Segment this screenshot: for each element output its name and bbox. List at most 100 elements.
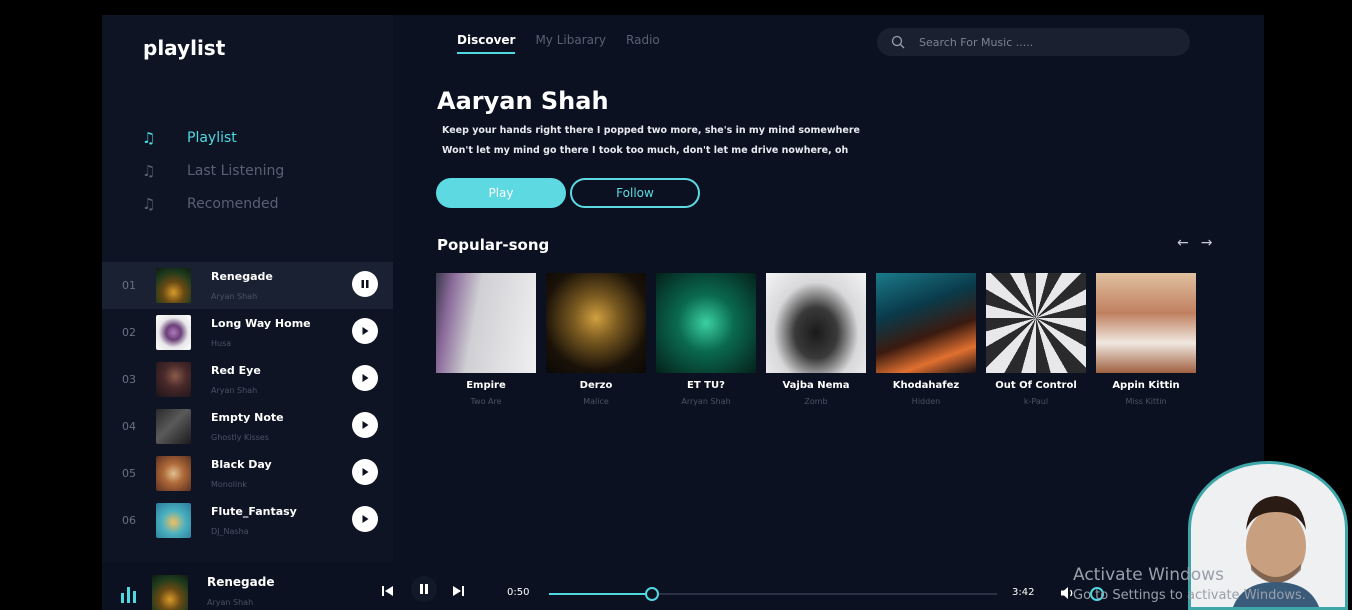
song-cover <box>1096 273 1196 373</box>
play-icon <box>362 468 369 476</box>
nav-item-recomended[interactable]: ♫ Recomended <box>142 187 284 220</box>
play-button[interactable]: Play <box>436 178 566 208</box>
song-artist: Zomb <box>804 397 828 406</box>
tab-discover[interactable]: Discover <box>457 33 516 54</box>
nav-item-last-listening[interactable]: ♫ Last Listening <box>142 154 284 187</box>
search-bar <box>877 28 1190 56</box>
song-cover <box>546 273 646 373</box>
song-artist: Two Are <box>470 397 502 406</box>
song-title: ET TU? <box>687 380 725 391</box>
pause-button[interactable] <box>352 271 378 297</box>
track-row[interactable]: 04 Empty Note Ghostly Kisses <box>102 403 393 450</box>
play-icon <box>362 515 369 523</box>
nav-item-playlist[interactable]: ♫ Playlist <box>142 121 284 154</box>
skip-next-icon[interactable] <box>451 583 465 602</box>
track-row[interactable]: 01 Renegade Aryan Shah <box>102 262 393 309</box>
play-button[interactable] <box>352 412 378 438</box>
track-number: 05 <box>122 467 136 480</box>
track-title: Flute_Fantasy <box>211 505 297 518</box>
play-button[interactable] <box>352 365 378 391</box>
track-artist: Ghostly Kisses <box>211 433 269 442</box>
play-icon <box>362 327 369 335</box>
track-list: 01 Renegade Aryan Shah 02 Long Way Home … <box>102 262 393 544</box>
carousel-arrows: ← → <box>1177 235 1212 251</box>
song-card[interactable]: Derzo Malice <box>546 273 646 406</box>
track-artist: Aryan Shah <box>211 292 258 301</box>
track-row[interactable]: 03 Red Eye Aryan Shah <box>102 356 393 403</box>
watermark-line-1: Activate Windows <box>1073 565 1224 585</box>
skip-previous-icon[interactable] <box>381 583 395 602</box>
tab-bar: Discover My Libarary Radio <box>457 33 660 54</box>
section-title: Popular-song <box>437 236 550 254</box>
song-artist: Hidden <box>911 397 941 406</box>
track-cover <box>156 362 191 397</box>
artist-name: Aaryan Shah <box>437 87 609 115</box>
track-title: Black Day <box>211 458 272 471</box>
song-cover <box>656 273 756 373</box>
track-title: Red Eye <box>211 364 261 377</box>
progress-fill <box>549 593 653 595</box>
play-button[interactable] <box>352 459 378 485</box>
track-title: Empty Note <box>211 411 284 424</box>
follow-button[interactable]: Follow <box>570 178 700 208</box>
nav-item-label: Recomended <box>187 195 279 212</box>
track-title: Renegade <box>211 270 273 283</box>
track-row[interactable]: 05 Black Day Monolink <box>102 450 393 497</box>
arrow-right-icon[interactable]: → <box>1201 235 1213 251</box>
song-card[interactable]: Vajba Nema Zomb <box>766 273 866 406</box>
now-playing-artist: Aryan Shah <box>207 598 254 607</box>
track-cover <box>156 409 191 444</box>
equalizer-icon <box>121 587 136 603</box>
track-title: Long Way Home <box>211 317 311 330</box>
track-number: 04 <box>122 420 136 433</box>
pause-button[interactable] <box>411 576 437 602</box>
song-card[interactable]: Appin Kittin Miss Kittin <box>1096 273 1196 406</box>
tab-my-libarary[interactable]: My Libarary <box>535 33 606 54</box>
app-window: playlist ♫ Playlist ♫ Last Listening ♫ R… <box>102 15 1264 610</box>
song-card[interactable]: Khodahafez Hidden <box>876 273 976 406</box>
song-cover <box>986 273 1086 373</box>
search-input[interactable] <box>919 35 1179 49</box>
track-number: 03 <box>122 373 136 386</box>
song-title: Khodahafez <box>892 380 960 391</box>
song-artist: Miss Kittin <box>1125 397 1167 406</box>
tab-radio[interactable]: Radio <box>626 33 660 54</box>
lyric-line: Keep your hands right there I popped two… <box>442 125 860 136</box>
play-button[interactable] <box>352 506 378 532</box>
track-cover <box>156 456 191 491</box>
song-title: Appin Kittin <box>1112 380 1180 391</box>
song-title: Vajba Nema <box>782 380 850 391</box>
play-icon <box>362 421 369 429</box>
current-time: 0:50 <box>507 587 530 598</box>
progress-bar[interactable] <box>549 587 997 601</box>
song-cover <box>436 273 536 373</box>
song-cover <box>766 273 866 373</box>
track-number: 02 <box>122 326 136 339</box>
track-row[interactable]: 06 Flute_Fantasy DJ_Nasha <box>102 497 393 544</box>
arrow-left-icon[interactable]: ← <box>1177 235 1189 251</box>
song-card[interactable]: ET TU? Arryan Shah <box>656 273 756 406</box>
track-artist: Husa <box>211 339 232 348</box>
progress-knob[interactable] <box>645 587 660 601</box>
play-icon <box>362 374 369 382</box>
song-artist: k-Paul <box>1023 397 1049 406</box>
song-card[interactable]: Empire Two Are <box>436 273 536 406</box>
song-artist: Arryan Shah <box>681 397 731 406</box>
now-playing-title: Renegade <box>207 575 275 589</box>
song-cover <box>876 273 976 373</box>
track-row[interactable]: 02 Long Way Home Husa <box>102 309 393 356</box>
duration-time: 3:42 <box>1012 587 1035 598</box>
popular-songs: Empire Two Are Derzo Malice ET TU? Arrya… <box>436 273 1196 406</box>
music-note-icon: ♫ <box>142 194 156 213</box>
sidebar-nav: ♫ Playlist ♫ Last Listening ♫ Recomended <box>142 121 284 220</box>
play-button[interactable] <box>352 318 378 344</box>
now-playing-cover <box>152 575 188 610</box>
song-card[interactable]: Out Of Control k-Paul <box>986 273 1086 406</box>
song-title: Derzo <box>579 380 613 391</box>
nav-item-label: Last Listening <box>187 162 285 179</box>
track-number: 01 <box>122 279 136 292</box>
pause-icon <box>361 280 369 288</box>
pause-icon <box>420 584 428 594</box>
main-content: Discover My Libarary Radio Aaryan Shah K… <box>393 15 1264 563</box>
search-icon <box>877 35 919 49</box>
